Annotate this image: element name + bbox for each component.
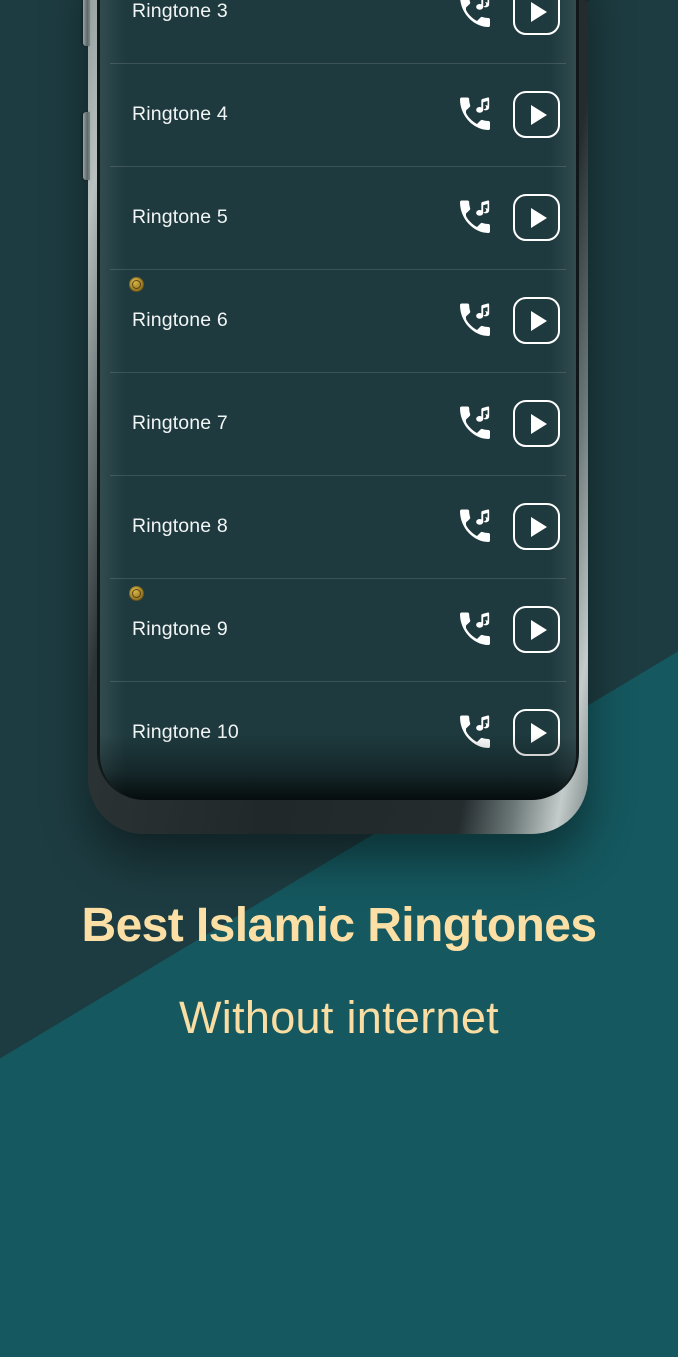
ringtone-list: Ringtone 3 Ringtone 4 Ringtone 5 Ringtone 6… — [100, 0, 576, 800]
ringtone-row[interactable]: Ringtone 6 — [100, 269, 576, 372]
row-separator — [110, 166, 566, 167]
phone-music-icon[interactable] — [455, 507, 495, 547]
ringtone-label: Ringtone 9 — [132, 618, 228, 640]
ringtone-label: Ringtone 8 — [132, 515, 228, 537]
ringtone-row[interactable]: Ringtone 4 — [100, 63, 576, 166]
play-button[interactable] — [513, 606, 560, 653]
play-button[interactable] — [513, 194, 560, 241]
phone-screen: Ringtone 3 Ringtone 4 Ringtone 5 Ringtone 6… — [100, 0, 576, 800]
play-icon — [530, 413, 547, 434]
play-button[interactable] — [513, 709, 560, 756]
ringtone-row[interactable]: Ringtone 9 — [100, 578, 576, 681]
row-separator — [110, 269, 566, 270]
ringtone-row[interactable]: Ringtone 5 — [100, 166, 576, 269]
play-button[interactable] — [513, 91, 560, 138]
row-separator — [110, 681, 566, 682]
ringtone-row[interactable]: Ringtone 8 — [100, 475, 576, 578]
phone-music-icon[interactable] — [455, 0, 495, 32]
ringtone-label: Ringtone 10 — [132, 721, 239, 743]
phone-volume-up-button[interactable] — [83, 0, 90, 46]
ringtone-badge-icon — [129, 586, 144, 601]
ringtone-label: Ringtone 7 — [132, 412, 228, 434]
ringtone-label: Ringtone 4 — [132, 103, 228, 125]
play-button[interactable] — [513, 503, 560, 550]
play-icon — [530, 722, 547, 743]
phone-music-icon[interactable] — [455, 301, 495, 341]
phone-music-icon[interactable] — [455, 713, 495, 753]
ringtone-row[interactable]: Ringtone 10 — [100, 681, 576, 784]
play-icon — [530, 1, 547, 22]
play-button[interactable] — [513, 400, 560, 447]
play-icon — [530, 619, 547, 640]
phone-music-icon[interactable] — [455, 404, 495, 444]
promo-title: Best Islamic Ringtones — [81, 899, 598, 952]
row-separator — [110, 63, 566, 64]
play-icon — [530, 207, 547, 228]
ringtone-badge-icon — [129, 277, 144, 292]
promo-subtitle: Without internet — [179, 991, 499, 1043]
promo-screenshot: Ringtone 3 Ringtone 4 Ringtone 5 Ringtone 6… — [0, 0, 678, 1357]
phone-volume-down-button[interactable] — [83, 112, 90, 180]
ringtone-label: Ringtone 6 — [132, 309, 228, 331]
phone-bezel: Ringtone 3 Ringtone 4 Ringtone 5 Ringtone 6… — [97, 0, 579, 800]
row-separator — [110, 372, 566, 373]
promo-caption: Best Islamic Ringtones Without internet — [0, 900, 678, 1041]
row-separator — [110, 578, 566, 579]
ringtone-label: Ringtone 5 — [132, 206, 228, 228]
ringtone-row[interactable]: Ringtone 3 — [100, 0, 576, 63]
play-button[interactable] — [513, 0, 560, 35]
play-icon — [530, 516, 547, 537]
ringtone-label: Ringtone 3 — [132, 0, 228, 22]
play-icon — [530, 104, 547, 125]
play-button[interactable] — [513, 297, 560, 344]
row-separator — [110, 475, 566, 476]
ringtone-row[interactable]: Ringtone 7 — [100, 372, 576, 475]
phone-music-icon[interactable] — [455, 95, 495, 135]
phone-music-icon[interactable] — [455, 610, 495, 650]
play-icon — [530, 310, 547, 331]
phone-music-icon[interactable] — [455, 198, 495, 238]
phone-mockup: Ringtone 3 Ringtone 4 Ringtone 5 Ringtone 6… — [83, 0, 588, 834]
